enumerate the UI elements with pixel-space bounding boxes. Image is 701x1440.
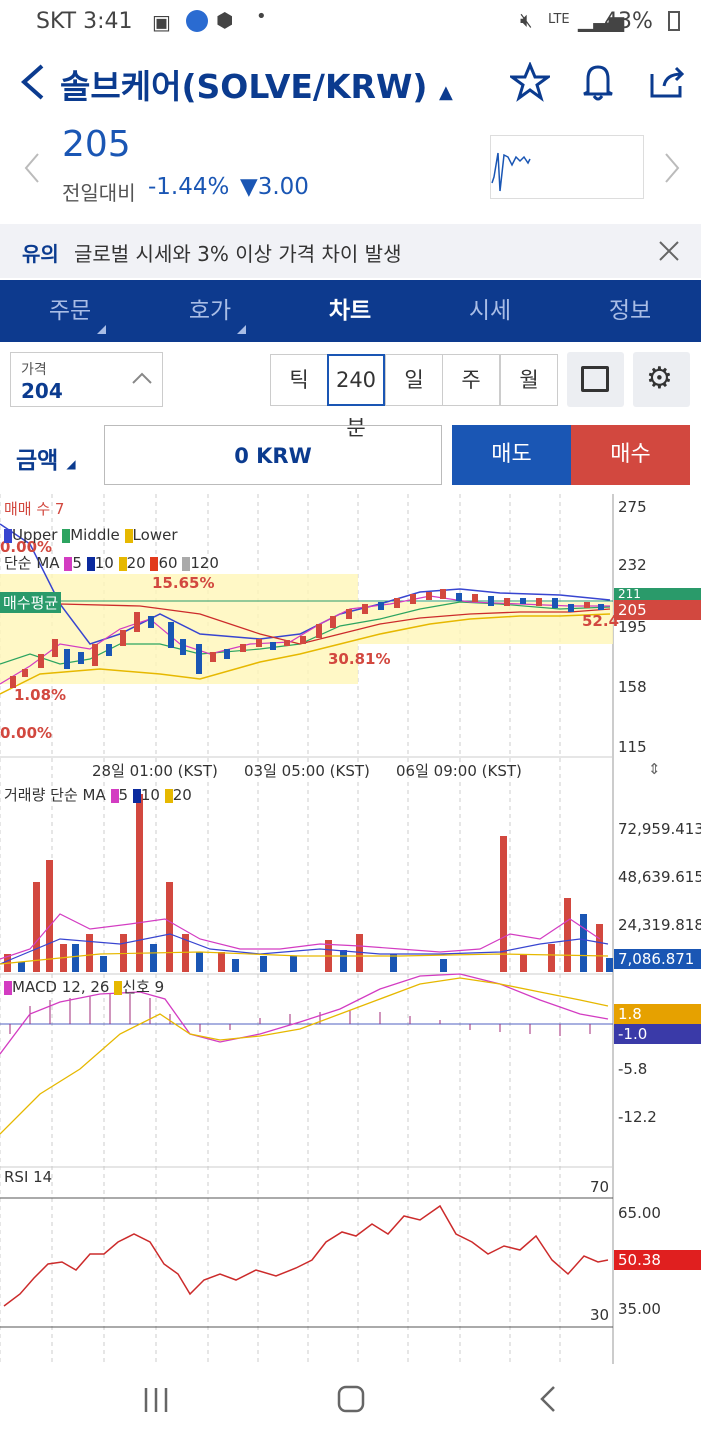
price-selector[interactable]: 가격 204 bbox=[10, 352, 163, 407]
page-title[interactable]: 솔브케어(SOLVE/KRW) ▲ bbox=[60, 60, 453, 108]
y-tick-195: 195 bbox=[618, 618, 647, 636]
gear-icon: ⚙ bbox=[646, 361, 673, 396]
square-icon bbox=[581, 366, 609, 392]
share-icon[interactable] bbox=[648, 62, 688, 102]
bollinger-legend: Upper Middle Lower bbox=[4, 526, 177, 544]
chevron-up-icon bbox=[132, 372, 152, 384]
vol-tick-1: 72,959.413 bbox=[618, 820, 701, 838]
volume-tag: 7,086.871 bbox=[614, 949, 701, 969]
tab-chart[interactable]: 차트 bbox=[280, 280, 420, 342]
pct-label-5: 1.08% bbox=[14, 686, 67, 704]
period-day[interactable]: 일 bbox=[385, 354, 443, 406]
volume-legend: 거래량 단순 MA 5 10 20 bbox=[4, 786, 192, 804]
current-price: 205 bbox=[62, 124, 131, 165]
avg-price-tag: 211 bbox=[614, 588, 701, 600]
tab-market[interactable]: 시세 bbox=[420, 280, 560, 342]
next-coin-chevron-icon[interactable] bbox=[662, 152, 682, 184]
ma-legend: 단순 MA 5 10 20 60 120 bbox=[4, 554, 219, 572]
fullscreen-button[interactable] bbox=[567, 352, 624, 407]
tab-info[interactable]: 정보 bbox=[560, 280, 700, 342]
macd-tag-1: 1.8 bbox=[614, 1004, 701, 1024]
more-dot-icon: • bbox=[256, 6, 267, 27]
buy-button[interactable]: 매수 bbox=[571, 425, 690, 485]
tab-orderbook[interactable]: 호가 bbox=[140, 280, 280, 342]
pct-label-6: 0.00% bbox=[0, 724, 53, 742]
y-tick-275: 275 bbox=[618, 498, 647, 516]
home-icon[interactable] bbox=[336, 1384, 366, 1414]
amount-input[interactable]: 0 KRW bbox=[104, 425, 442, 485]
period-tick[interactable]: 틱 bbox=[270, 354, 328, 406]
system-nav-bar bbox=[0, 1362, 701, 1440]
rsi-legend: RSI 14 bbox=[4, 1168, 53, 1186]
x-tick-2: 03일 05:00 (KST) bbox=[244, 762, 370, 780]
period-month[interactable]: 월 bbox=[500, 354, 558, 406]
rsi-tick-1: 65.00 bbox=[618, 1204, 661, 1222]
resize-handle-icon[interactable]: ⇕ bbox=[648, 760, 661, 778]
x-tick-1: 28일 01:00 (KST) bbox=[92, 762, 218, 780]
change-amount: ▼3.00 bbox=[240, 174, 309, 200]
rsi-tag: 50.38 bbox=[614, 1250, 701, 1270]
y-tick-232: 232 bbox=[618, 556, 647, 574]
rsi-lower-line-label: 30 bbox=[590, 1306, 610, 1324]
mini-chart[interactable] bbox=[490, 135, 644, 199]
macd-tick-1: -5.8 bbox=[618, 1060, 648, 1078]
trade-count-legend: 매매 수 7 bbox=[4, 500, 65, 518]
bell-icon[interactable] bbox=[580, 62, 616, 102]
macd-tick-2: -12.2 bbox=[618, 1108, 657, 1126]
notice-label: 유의 bbox=[22, 242, 59, 266]
macd-tag-2: -1.0 bbox=[614, 1024, 701, 1044]
prev-coin-chevron-icon[interactable] bbox=[22, 152, 42, 184]
y-tick-158: 158 bbox=[618, 678, 647, 696]
pct-label-3: 30.81% bbox=[328, 650, 391, 668]
status-carrier: SKT 3:41 bbox=[36, 9, 133, 34]
battery-level: 43% bbox=[604, 9, 653, 34]
x-tick-3: 06일 09:00 (KST) bbox=[396, 762, 522, 780]
y-tick-115: 115 bbox=[618, 738, 647, 756]
price-value: 204 bbox=[21, 379, 63, 403]
change-label: 전일대비 bbox=[62, 181, 136, 205]
back-icon[interactable] bbox=[536, 1384, 560, 1414]
macd-legend: MACD 12, 26 신호 9 bbox=[4, 976, 164, 997]
vol-tick-3: 24,319.818 bbox=[618, 916, 701, 934]
notice-text: 글로벌 시세와 3% 이상 가격 차이 발생 bbox=[74, 242, 402, 266]
period-week[interactable]: 주 bbox=[442, 354, 500, 406]
battery-icon bbox=[668, 11, 680, 31]
price-label: 가격 bbox=[21, 362, 47, 378]
tab-bar: 주문 호가 차트 시세 정보 bbox=[0, 280, 701, 342]
cube-icon: ⬢ bbox=[216, 8, 234, 32]
gallery-icon: ▣ bbox=[152, 10, 171, 34]
app-notification-icon bbox=[186, 10, 208, 32]
favorite-star-icon[interactable] bbox=[510, 62, 550, 102]
sell-button[interactable]: 매도 bbox=[452, 425, 571, 485]
current-price-tag: 205 bbox=[614, 600, 701, 620]
rsi-tick-2: 35.00 bbox=[618, 1300, 661, 1318]
close-icon[interactable] bbox=[658, 240, 680, 262]
settings-button[interactable]: ⚙ bbox=[633, 352, 690, 407]
recent-apps-icon[interactable] bbox=[142, 1386, 170, 1414]
amount-label[interactable]: 금액 ◢ bbox=[16, 441, 76, 475]
vol-tick-2: 48,639.615 bbox=[618, 868, 701, 886]
back-arrow-icon[interactable] bbox=[18, 64, 48, 100]
period-240min[interactable]: 240분 bbox=[327, 354, 385, 440]
rsi-upper-line-label: 70 bbox=[590, 1178, 610, 1196]
tab-order[interactable]: 주문 bbox=[0, 280, 140, 342]
network-type: LTE bbox=[548, 12, 570, 27]
status-bar: SKT 3:41 ▣ ⬢ • 🔇︎ LTE ▁▃▅ 43% bbox=[0, 0, 701, 44]
avg-buy-price-label: 매수평균 bbox=[0, 592, 62, 613]
mute-icon: 🔇︎ bbox=[520, 8, 533, 32]
caution-notice: 유의 글로벌 시세와 3% 이상 가격 차이 발생 bbox=[0, 224, 701, 278]
change-percent: -1.44% bbox=[148, 174, 230, 200]
chart-area[interactable]: 매매 수 7 0.00% Upper Middle Lower 단순 MA 5 … bbox=[0, 494, 701, 1364]
pct-label-2: 15.65% bbox=[152, 574, 215, 592]
